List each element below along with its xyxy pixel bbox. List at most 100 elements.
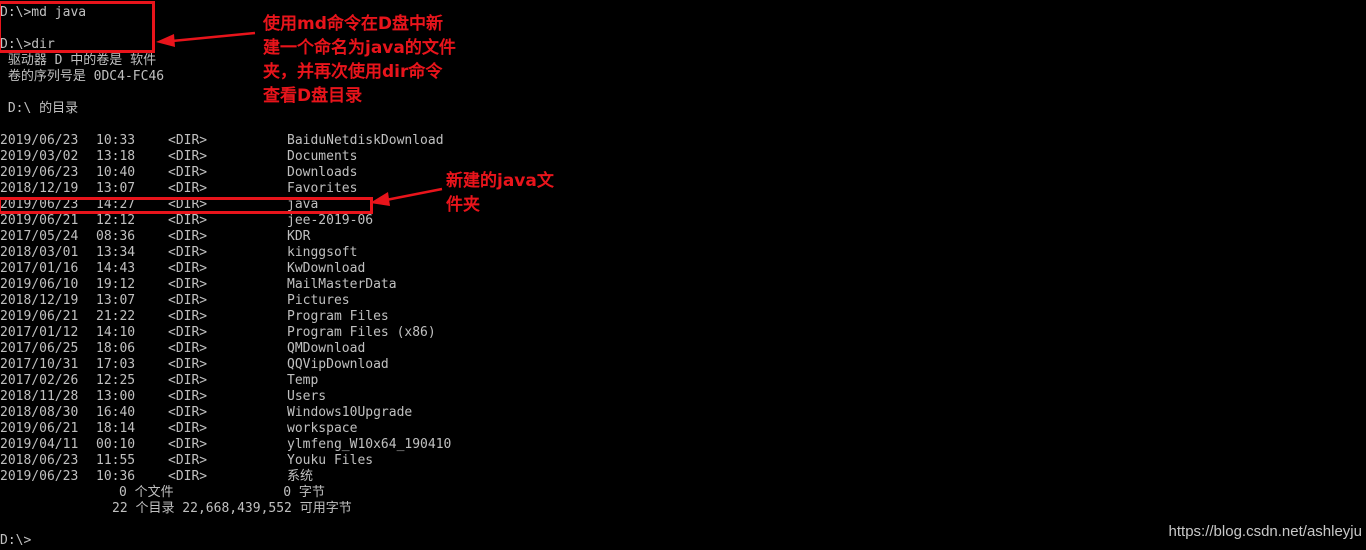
volume-label-line: 驱动器 D 中的卷是 软件: [0, 53, 157, 68]
entry-name: Program Files: [287, 309, 389, 324]
entry-date: 2019/06/21: [0, 213, 79, 228]
entry-time: 12:25: [96, 373, 136, 388]
entry-type: <DIR>: [168, 261, 208, 276]
entry-name: QQVipDownload: [287, 357, 389, 372]
entry-time: 14:43: [96, 261, 136, 276]
entry-name: QMDownload: [287, 341, 366, 356]
directory-entry-row: 2018/03/01 13:34 <DIR> kinggsoft: [0, 245, 620, 261]
entry-date: 2018/03/01: [0, 245, 79, 260]
directory-entry-row: 2017/10/31 17:03 <DIR> QQVipDownload: [0, 357, 620, 373]
entry-time: 12:12: [96, 213, 136, 228]
highlight-box-commands: [0, 1, 155, 53]
entry-date: 2019/06/23: [0, 469, 79, 484]
entry-date: 2019/06/23: [0, 133, 79, 148]
annotation-note-new-folder: 新建的java文 件夹: [446, 171, 554, 215]
entry-date: 2017/05/24: [0, 229, 79, 244]
entry-date: 2019/06/23: [0, 165, 79, 180]
entry-type: <DIR>: [168, 421, 208, 436]
entry-name: workspace: [287, 421, 358, 436]
entry-type: <DIR>: [168, 229, 208, 244]
entry-name: Windows10Upgrade: [287, 405, 413, 420]
entry-name: Youku Files: [287, 453, 374, 468]
entry-date: 2017/06/25: [0, 341, 79, 356]
console-window[interactable]: D:\>md java D:\>dir 驱动器 D 中的卷是 软件 卷的序列号是…: [0, 0, 1366, 550]
entry-name: 系统: [287, 469, 314, 484]
directory-entry-row: 2019/06/10 19:12 <DIR> MailMasterData: [0, 277, 620, 293]
entry-name: Temp: [287, 373, 319, 388]
entry-name: Downloads: [287, 165, 358, 180]
summary-dirs-line: 22 个目录 22,668,439,552 可用字节: [112, 501, 352, 516]
command-prompt[interactable]: D:\>: [0, 533, 31, 549]
entry-name: Favorites: [287, 181, 358, 196]
entry-type: <DIR>: [168, 181, 208, 196]
directory-entry-row: 2017/06/25 18:06 <DIR> QMDownload: [0, 341, 620, 357]
entry-date: 2018/11/28: [0, 389, 79, 404]
directory-entry-row: 2018/06/23 11:55 <DIR> Youku Files: [0, 453, 620, 469]
entry-type: <DIR>: [168, 341, 208, 356]
entry-type: <DIR>: [168, 149, 208, 164]
entry-time: 13:34: [96, 245, 136, 260]
directory-entry-row: 2017/01/12 14:10 <DIR> Program Files (x86): [0, 325, 620, 341]
entry-type: <DIR>: [168, 213, 208, 228]
directory-entry-row: 2017/01/16 14:43 <DIR> KwDownload: [0, 261, 620, 277]
entry-date: 2018/12/19: [0, 293, 79, 308]
entry-time: 00:10: [96, 437, 136, 452]
entry-type: <DIR>: [168, 165, 208, 180]
directory-entry-row: 2019/06/23 10:33 <DIR> BaiduNetdiskDownload: [0, 133, 620, 149]
entry-time: 13:07: [96, 181, 136, 196]
directory-entry-row: 2017/02/26 12:25 <DIR> Temp: [0, 373, 620, 389]
entry-type: <DIR>: [168, 373, 208, 388]
entry-time: 14:10: [96, 325, 136, 340]
entry-type: <DIR>: [168, 133, 208, 148]
entry-name: KDR: [287, 229, 311, 244]
directory-entry-row: 2017/05/24 08:36 <DIR> KDR: [0, 229, 620, 245]
entry-name: KwDownload: [287, 261, 366, 276]
entry-type: <DIR>: [168, 293, 208, 308]
entry-time: 21:22: [96, 309, 136, 324]
summary-files-line: 0 个文件 0 字节: [119, 485, 325, 500]
directory-entry-row: 2018/08/30 16:40 <DIR> Windows10Upgrade: [0, 405, 620, 421]
entry-date: 2019/06/10: [0, 277, 79, 292]
highlight-box-java-row: [0, 197, 373, 214]
entry-type: <DIR>: [168, 453, 208, 468]
entry-type: <DIR>: [168, 309, 208, 324]
entry-time: 10:40: [96, 165, 136, 180]
arrow-to-java-row-icon: [370, 187, 443, 206]
entry-type: <DIR>: [168, 277, 208, 292]
entry-date: 2017/02/26: [0, 373, 79, 388]
volume-serial-line: 卷的序列号是 0DC4-FC46: [0, 69, 165, 84]
entry-time: 13:07: [96, 293, 136, 308]
entry-date: 2017/01/12: [0, 325, 79, 340]
directory-entry-row: 2019/06/21 21:22 <DIR> Program Files: [0, 309, 620, 325]
entry-name: BaiduNetdiskDownload: [287, 133, 444, 148]
entry-type: <DIR>: [168, 357, 208, 372]
entry-type: <DIR>: [168, 389, 208, 404]
entry-time: 13:00: [96, 389, 136, 404]
entry-date: 2019/06/21: [0, 309, 79, 324]
directory-of-line: D:\ 的目录: [0, 101, 79, 116]
entry-name: Program Files (x86): [287, 325, 436, 340]
directory-entry-row: 2019/04/11 00:10 <DIR> ylmfeng_W10x64_19041…: [0, 437, 620, 453]
entry-time: 08:36: [96, 229, 136, 244]
entry-time: 18:14: [96, 421, 136, 436]
entry-time: 10:36: [96, 469, 136, 484]
directory-entry-row: 2019/06/23 10:36 <DIR> 系统: [0, 469, 620, 485]
entry-type: <DIR>: [168, 405, 208, 420]
entry-name: Documents: [287, 149, 358, 164]
directory-entry-row: 2018/11/28 13:00 <DIR> Users: [0, 389, 620, 405]
entry-type: <DIR>: [168, 469, 208, 484]
directory-entry-row: 2019/06/21 18:14 <DIR> workspace: [0, 421, 620, 437]
entry-date: 2018/08/30: [0, 405, 79, 420]
entry-name: Pictures: [287, 293, 350, 308]
entry-name: kinggsoft: [287, 245, 358, 260]
entry-date: 2018/06/23: [0, 453, 79, 468]
entry-type: <DIR>: [168, 325, 208, 340]
watermark: https://blog.csdn.net/ashleyju: [1168, 523, 1362, 540]
entry-time: 19:12: [96, 277, 136, 292]
arrow-to-commands-icon: [156, 31, 256, 47]
entry-date: 2018/12/19: [0, 181, 79, 196]
entry-time: 11:55: [96, 453, 136, 468]
entry-type: <DIR>: [168, 437, 208, 452]
entry-date: 2019/03/02: [0, 149, 79, 164]
entry-time: 18:06: [96, 341, 136, 356]
